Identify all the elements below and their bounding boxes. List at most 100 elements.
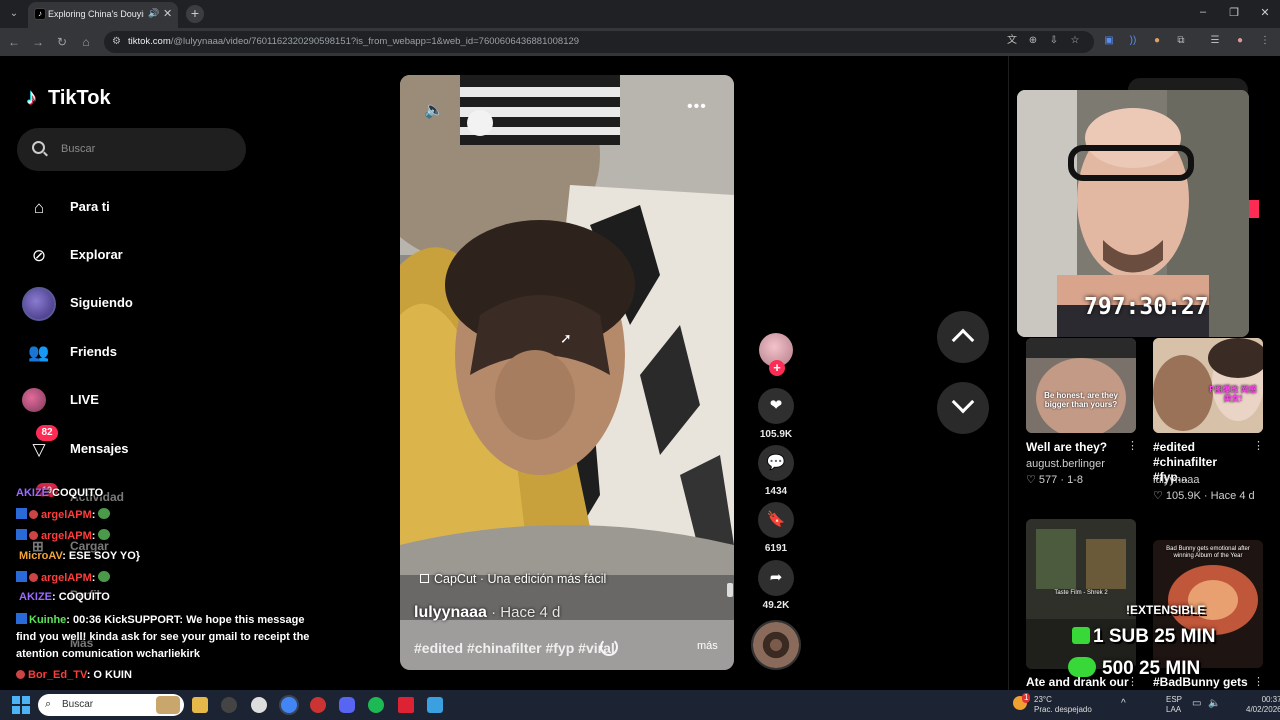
- install-icon[interactable]: ⇩: [1047, 34, 1061, 48]
- messages-badge: 82: [36, 425, 58, 441]
- feed-title[interactable]: Well are they?: [1026, 440, 1107, 455]
- gift-icon: [1072, 627, 1090, 644]
- card-menu-icon[interactable]: ⋮: [1253, 675, 1264, 688]
- more-options-icon[interactable]: •••: [687, 98, 707, 116]
- subathon-timer: 797:30:27: [1084, 294, 1209, 320]
- back-icon[interactable]: ←: [6, 34, 22, 50]
- feed-stats: ♡ 105.9K · Hace 4 d: [1153, 490, 1255, 502]
- forward-icon[interactable]: →: [30, 34, 46, 50]
- capcut-link[interactable]: CapCut · Una edición más fácil: [420, 572, 606, 586]
- search-icon: [32, 141, 45, 154]
- network-icon[interactable]: ▭: [1192, 699, 1201, 709]
- taskbar-search-input[interactable]: ⌕ Buscar: [38, 694, 184, 716]
- spotify-icon[interactable]: [368, 697, 384, 713]
- sidebar-item-friends[interactable]: 👥 Friends: [22, 334, 222, 370]
- feed-thumbnail[interactable]: Be honest, are they bigger than yours?: [1026, 338, 1136, 433]
- file-explorer-icon[interactable]: [192, 697, 208, 713]
- extension-icon[interactable]: )): [1126, 34, 1140, 48]
- app-icon[interactable]: [427, 697, 443, 713]
- discord-icon[interactable]: [339, 697, 355, 713]
- browser-tab-active[interactable]: ♪ Exploring China's Douyin F 🔊 ✕: [28, 2, 178, 28]
- feed-author[interactable]: lulyynaaa: [1153, 474, 1199, 486]
- search-placeholder: Buscar: [61, 143, 96, 155]
- music-disc[interactable]: [751, 620, 801, 670]
- following-avatar: [22, 287, 56, 321]
- card-menu-icon[interactable]: ⋮: [1127, 439, 1138, 452]
- new-tab-button[interactable]: +: [186, 5, 204, 23]
- search-input[interactable]: Buscar: [17, 128, 246, 171]
- previous-video-button[interactable]: [937, 311, 989, 363]
- mouse-cursor-icon: ➚: [560, 330, 572, 346]
- feed-thumbnail[interactable]: P图爆改 网感美女!: [1153, 338, 1263, 433]
- reading-list-icon[interactable]: ☰: [1208, 34, 1222, 48]
- capcut-scroll-handle[interactable]: [727, 583, 733, 597]
- sidebar-item-explorar[interactable]: ⊘ Explorar: [22, 237, 222, 273]
- feed-author[interactable]: august.berlinger: [1026, 458, 1105, 470]
- tab-close-icon[interactable]: ✕: [163, 7, 172, 20]
- extensions-puzzle-icon[interactable]: ⧉: [1174, 34, 1188, 48]
- app-icon[interactable]: [310, 697, 326, 713]
- mute-icon[interactable]: 🔈: [424, 100, 446, 120]
- translate-icon[interactable]: 文: [1005, 34, 1019, 48]
- screen: ⌄ ♪ Exploring China's Douyin F 🔊 ✕ + – ❐…: [0, 0, 1280, 720]
- tiktok-note-icon: ♪: [26, 84, 37, 109]
- save-button[interactable]: 🔖: [758, 502, 794, 538]
- thumbnail-caption: P图爆改 网感美女!: [1209, 385, 1257, 403]
- address-bar[interactable]: ⚙ tiktok.com/@lulyynaaa/video/7601162320…: [104, 31, 1094, 53]
- sidebar-item-para-ti[interactable]: ⌂ Para ti: [22, 189, 222, 225]
- video-author[interactable]: lulyynaaa · Hace 4 d: [414, 604, 560, 622]
- feed-meta: 1-8: [1067, 474, 1083, 486]
- chat-message: AKIZE COQUITO: [16, 487, 104, 499]
- emote-icon: [98, 508, 111, 519]
- language-indicator[interactable]: ESP LAA: [1166, 695, 1182, 715]
- like-button[interactable]: ❤: [758, 388, 794, 424]
- share-button[interactable]: ➦: [758, 560, 794, 596]
- tab-audio-icon[interactable]: 🔊: [148, 8, 159, 19]
- volume-icon[interactable]: 🔈: [1208, 699, 1220, 709]
- thumbnail-caption: Be honest, are they bigger than yours?: [1044, 391, 1118, 409]
- sidebar-item-siguiendo[interactable]: Siguiendo: [22, 285, 222, 321]
- card-menu-icon[interactable]: ⋮: [1253, 439, 1264, 452]
- weather-widget[interactable]: 23°C Prac. despejado: [1034, 695, 1092, 715]
- reload-icon[interactable]: ↻: [54, 34, 70, 50]
- chrome-icon[interactable]: [281, 697, 297, 713]
- sidebar-item-mensajes[interactable]: ▽ 82 Mensajes: [22, 425, 222, 467]
- comment-button[interactable]: 💬: [758, 445, 794, 481]
- site-info-icon[interactable]: ⚙: [112, 36, 121, 47]
- description-more-button[interactable]: más: [697, 640, 718, 652]
- profile-avatar-icon[interactable]: ●: [1233, 34, 1247, 48]
- zoom-icon[interactable]: ⊕: [1026, 34, 1040, 48]
- tab-search-chevron-icon[interactable]: ⌄: [6, 6, 22, 22]
- thumbnail-caption: Bad Bunny gets emotional after winning A…: [1166, 546, 1250, 559]
- feed-thumbnail-image: [1026, 338, 1136, 433]
- minimize-icon[interactable]: –: [1195, 6, 1211, 18]
- video-hashtags[interactable]: #edited #chinafilter #fyp #viral: [414, 640, 615, 656]
- compass-icon: ⊘: [31, 246, 47, 265]
- extension-icon[interactable]: ●: [1150, 34, 1164, 48]
- bookmark-star-icon[interactable]: ☆: [1068, 34, 1082, 48]
- windows-start-icon[interactable]: [12, 696, 30, 714]
- maximize-icon[interactable]: ❐: [1226, 6, 1242, 19]
- overwatch-icon[interactable]: [251, 697, 267, 713]
- home-button-icon[interactable]: ⌂: [78, 34, 94, 50]
- app-icon[interactable]: [221, 697, 237, 713]
- valorant-icon[interactable]: [398, 697, 414, 713]
- chat-message-continued: atention comunication wcharliekirk: [16, 648, 200, 660]
- friends-icon: 👥: [28, 343, 50, 362]
- next-video-button[interactable]: [937, 382, 989, 434]
- follow-plus-icon[interactable]: +: [769, 360, 785, 376]
- window-close-icon[interactable]: ✕: [1257, 6, 1273, 19]
- emote-icon: [98, 571, 111, 582]
- stream-chat-overlay: AKIZE COQUITO argelAPM: argelAPM: MicroA…: [0, 480, 330, 686]
- browser-menu-icon[interactable]: ⋮: [1258, 34, 1272, 48]
- feed-meta: Hace 4 d: [1210, 490, 1255, 502]
- tray-overflow-icon[interactable]: ^: [1121, 699, 1126, 709]
- coin-rate-label: 500 25 MIN: [1068, 657, 1200, 680]
- sidebar-item-live[interactable]: LIVE: [22, 382, 222, 418]
- sidebar-item-label: Mensajes: [70, 441, 129, 456]
- extensible-label: !EXTENSIBLE: [1126, 603, 1206, 617]
- emote-icon: [98, 529, 111, 540]
- chevron-down-icon: [951, 390, 975, 414]
- extension-icon[interactable]: ▣: [1102, 34, 1116, 48]
- clock[interactable]: 00:37 4/02/2026: [1246, 695, 1280, 715]
